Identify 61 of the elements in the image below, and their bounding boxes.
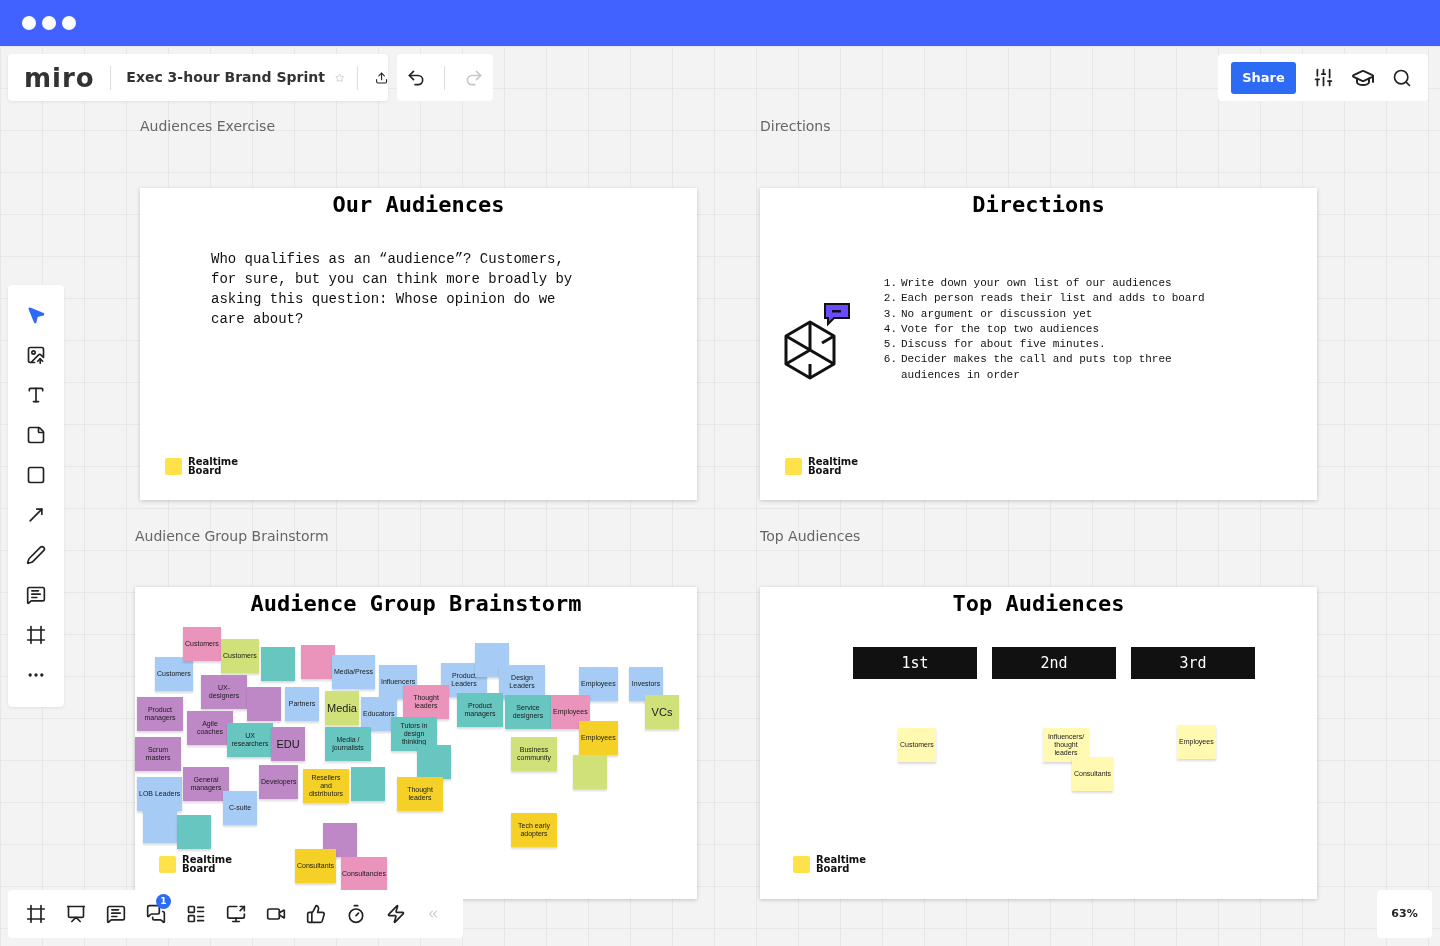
- frame-icon[interactable]: [26, 625, 46, 645]
- frame-label: Audiences Exercise: [140, 118, 277, 136]
- frame-icon[interactable]: [26, 904, 46, 924]
- sticky-note: Media: [325, 691, 359, 725]
- logo-square-icon: [793, 855, 810, 873]
- frame-title: Directions: [971, 191, 1106, 219]
- sticky-note-icon[interactable]: [26, 425, 46, 445]
- screen-share-icon[interactable]: [226, 904, 246, 924]
- cube-with-speech-bubble-icon: [782, 300, 852, 382]
- pen-icon[interactable]: [26, 545, 46, 565]
- step-number: 2.: [883, 291, 897, 307]
- frame-body-text: Who qualifies as an “audience”? Customers, for sure, but you can think more broadly by asking this question: Whose opinion do we care about?: [211, 250, 574, 329]
- sticky-note: VCs: [645, 695, 679, 729]
- rank-header: 3rd: [1131, 647, 1255, 679]
- notification-badge: 1: [156, 894, 171, 909]
- rank-header: 1st: [853, 647, 977, 679]
- comment-icon[interactable]: [106, 904, 126, 924]
- lightning-icon[interactable]: [386, 904, 406, 924]
- pointer-icon[interactable]: [26, 305, 46, 325]
- logo-square-icon: [165, 457, 182, 475]
- frame-label: Audience Group Brainstorm: [135, 528, 330, 546]
- logo-text: Realtime Board: [816, 855, 866, 873]
- list-icon[interactable]: [186, 904, 206, 924]
- comment-icon[interactable]: [26, 585, 46, 605]
- text-icon[interactable]: [26, 385, 46, 405]
- frame-label: Directions: [760, 118, 832, 136]
- step-number: 3.: [883, 306, 897, 322]
- logo-square-icon: [159, 855, 176, 873]
- thumbs-up-icon[interactable]: [306, 904, 326, 924]
- sticky-note: EDU: [271, 727, 305, 761]
- step-text: Each person reads their list and adds to board: [901, 291, 1205, 307]
- step-number: 1.: [883, 276, 897, 291]
- frame-title: Audience Group Brainstorm: [249, 590, 583, 618]
- step-number: 5.: [883, 337, 897, 353]
- board-title[interactable]: Exec 3-hour Brand Sprint: [110, 67, 325, 88]
- logo-square-icon: [785, 457, 802, 475]
- frame-title: Top Audiences: [951, 590, 1126, 618]
- upload-icon[interactable]: [26, 345, 46, 365]
- app-logo[interactable]: miro: [8, 64, 110, 91]
- frame-title: Our Audiences: [331, 191, 506, 219]
- square-icon[interactable]: [26, 465, 46, 485]
- presentation-icon[interactable]: [66, 904, 86, 924]
- step-text: Write down your own list of our audiences: [901, 276, 1172, 291]
- zoom-level[interactable]: 63%: [1377, 890, 1432, 938]
- step-text: No argument or discussion yet: [901, 306, 1093, 322]
- step-number: 4.: [883, 321, 897, 337]
- step-number: 6.: [883, 352, 897, 368]
- rank-header: 2nd: [992, 647, 1116, 679]
- logo-text: Realtime Board: [182, 855, 232, 873]
- frame-label: Top Audiences: [760, 528, 862, 546]
- search-icon[interactable]: [1392, 67, 1412, 88]
- share-button[interactable]: Share: [1231, 61, 1296, 94]
- timer-icon[interactable]: [346, 904, 366, 924]
- logo-text: Realtime Board: [188, 457, 238, 475]
- logo-text: Realtime Board: [808, 457, 858, 475]
- step-text: Vote for the top two audiences: [901, 321, 1100, 337]
- step-text: Decider makes the call and puts top three audiences in order: [901, 352, 1173, 383]
- chat-icon[interactable]: [146, 904, 166, 924]
- settings-sliders-icon[interactable]: [1313, 67, 1334, 88]
- step-text: Discuss for about five minutes.: [901, 337, 1106, 353]
- arrow-icon[interactable]: [26, 505, 46, 525]
